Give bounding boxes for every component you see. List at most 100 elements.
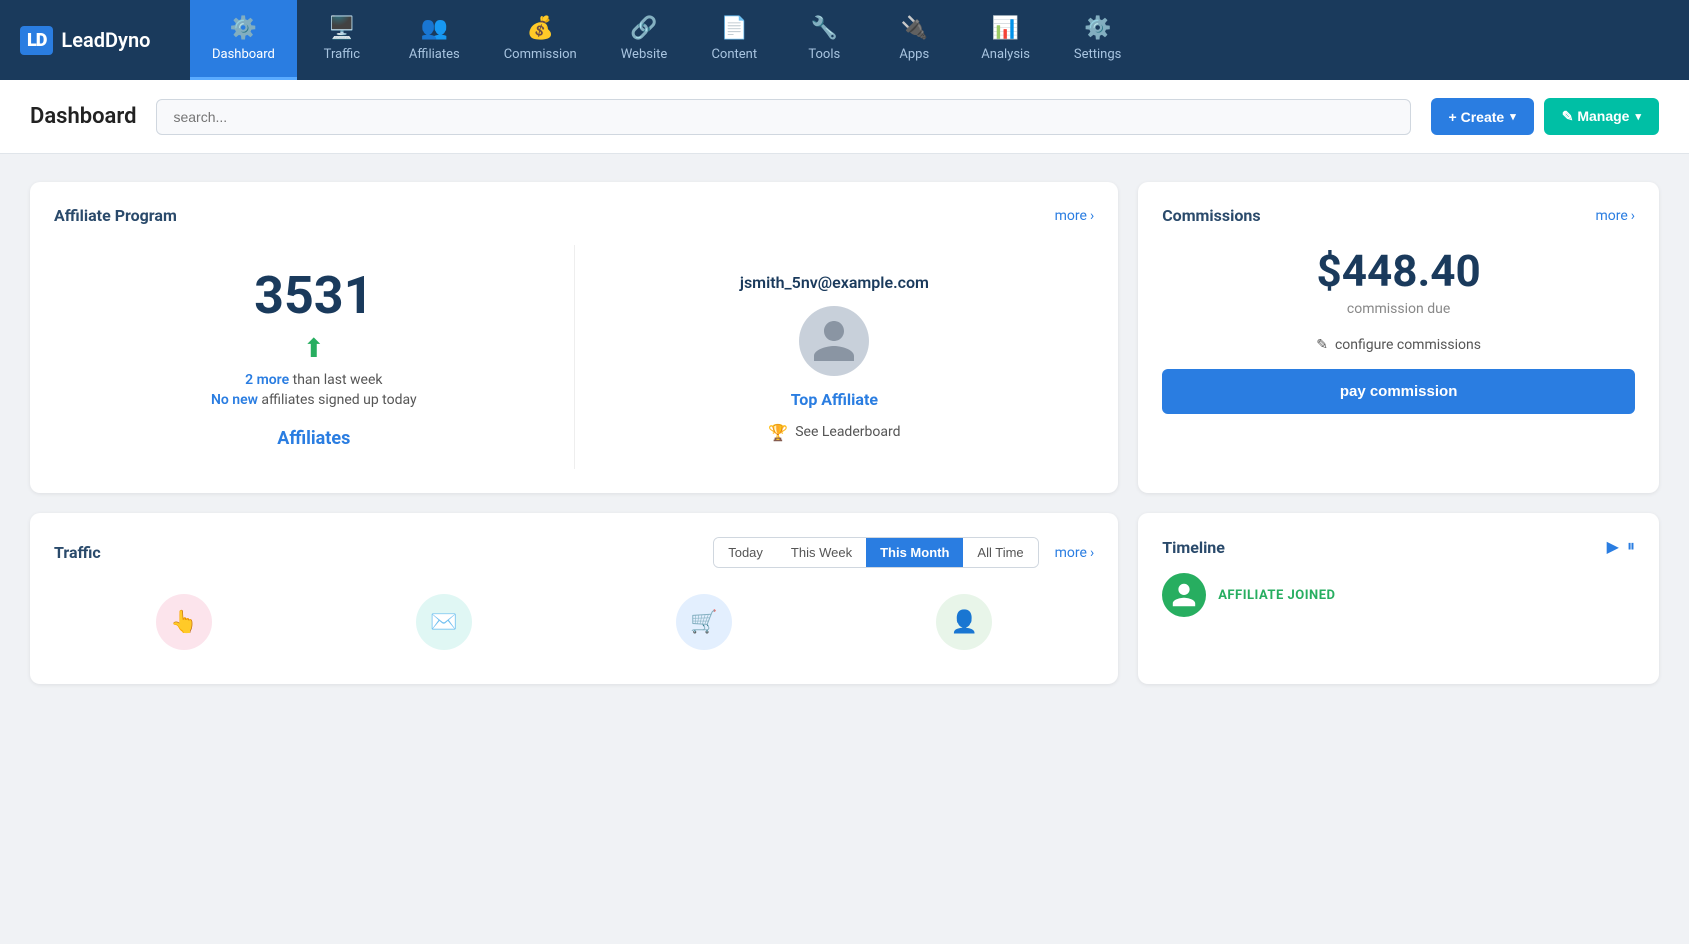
traffic-header: Traffic Today This Week This Month All T… — [54, 537, 1094, 568]
traffic-more-label: more — [1055, 545, 1087, 561]
nav-item-commission[interactable]: 💰 Commission — [482, 0, 599, 80]
website-icon: 🔗 — [630, 16, 657, 41]
tab-this-week[interactable]: This Week — [777, 538, 866, 567]
traffic-icon-cursor: 👆 — [156, 594, 212, 650]
main-content: Affiliate Program more › 3531 ⬆ 2 more t… — [0, 154, 1689, 712]
logo[interactable]: LD LeadDyno — [0, 0, 190, 80]
page-header: Dashboard + Create ▾ ✎ Manage ▾ — [0, 80, 1689, 154]
nav-item-analysis[interactable]: 📊 Analysis — [959, 0, 1052, 80]
commissions-more-chevron-icon: › — [1631, 208, 1635, 224]
content-icon: 📄 — [721, 16, 748, 41]
nav-item-affiliates[interactable]: 👥 Affiliates — [387, 0, 482, 80]
affiliate-right-panel: jsmith_5nv@example.com Top Affiliate 🏆 S… — [575, 245, 1095, 469]
nav-label-dashboard: Dashboard — [212, 47, 275, 62]
traffic-more-link[interactable]: more › — [1055, 545, 1095, 561]
traffic-icon: 🖥️ — [328, 16, 355, 41]
cart-icon-circle: 🛒 — [676, 594, 732, 650]
affiliate-more-link[interactable]: more › — [1055, 208, 1095, 224]
header-buttons: + Create ▾ ✎ Manage ▾ — [1431, 98, 1659, 135]
traffic-icon-cart: 🛒 — [676, 594, 732, 650]
nav-label-analysis: Analysis — [981, 47, 1030, 62]
traffic-icons-row: 👆 ✉️ 🛒 👤 — [54, 584, 1094, 660]
commissions-more-link[interactable]: more › — [1595, 208, 1635, 224]
tools-icon: 🔧 — [811, 16, 838, 41]
manage-chevron-icon: ▾ — [1635, 110, 1641, 123]
nav-item-tools[interactable]: 🔧 Tools — [779, 0, 869, 80]
nav-item-content[interactable]: 📄 Content — [689, 0, 779, 80]
cursor-icon: 👆 — [170, 610, 197, 635]
timeline-event-label: AFFILIATE JOINED — [1218, 588, 1335, 603]
configure-icon: ✎ — [1316, 337, 1328, 353]
affiliate-card-title: Affiliate Program — [54, 206, 177, 225]
see-leaderboard-link[interactable]: 🏆 See Leaderboard — [768, 423, 900, 442]
commission-due-label: commission due — [1162, 301, 1635, 317]
nav-label-content: Content — [711, 47, 757, 62]
nav-label-traffic: Traffic — [324, 47, 360, 62]
traffic-title: Traffic — [54, 543, 101, 562]
pay-commission-button[interactable]: pay commission — [1162, 369, 1635, 414]
tab-this-month[interactable]: This Month — [866, 538, 963, 567]
affiliate-left-panel: 3531 ⬆ 2 more than last week No new affi… — [54, 245, 575, 469]
apps-icon: 🔌 — [901, 16, 928, 41]
cursor-icon-circle: 👆 — [156, 594, 212, 650]
nav-item-dashboard[interactable]: ⚙️ Dashboard — [190, 0, 297, 80]
affiliate-program-card: Affiliate Program more › 3531 ⬆ 2 more t… — [30, 182, 1118, 493]
commission-amount: $448.40 — [1162, 245, 1635, 297]
traffic-icon-person: 👤 — [936, 594, 992, 650]
dashboard-icon: ⚙️ — [230, 16, 257, 41]
timeline-controls: ▶ ⏸ — [1607, 537, 1635, 557]
affiliates-link[interactable]: Affiliates — [277, 428, 350, 449]
create-label: + Create — [1449, 109, 1505, 125]
nav-label-website: Website — [621, 47, 668, 62]
nav-item-traffic[interactable]: 🖥️ Traffic — [297, 0, 387, 80]
top-cards-row: Affiliate Program more › 3531 ⬆ 2 more t… — [30, 182, 1659, 493]
person-icon: 👤 — [950, 610, 977, 635]
affiliate-more-text: 2 more than last week — [245, 372, 382, 388]
manage-label: ✎ Manage — [1562, 108, 1630, 125]
search-input[interactable] — [156, 99, 1410, 135]
affiliates-icon: 👥 — [421, 16, 448, 41]
up-arrow-icon: ⬆ — [303, 334, 325, 364]
timeline-card: Timeline ▶ ⏸ AFFILIATE JOINED — [1138, 513, 1659, 684]
timeline-pause-button[interactable]: ⏸ — [1627, 537, 1635, 557]
affiliate-more-chevron-icon: › — [1090, 208, 1094, 224]
tab-today[interactable]: Today — [714, 538, 777, 567]
nav-item-settings[interactable]: ⚙️ Settings — [1052, 0, 1143, 80]
top-affiliate-avatar — [799, 306, 869, 376]
person-icon-circle: 👤 — [936, 594, 992, 650]
create-button[interactable]: + Create ▾ — [1431, 98, 1534, 135]
configure-commissions-text: configure commissions — [1335, 337, 1481, 353]
traffic-tabs: Today This Week This Month All Time — [713, 537, 1038, 568]
timeline-play-button[interactable]: ▶ — [1607, 537, 1619, 557]
nav-item-website[interactable]: 🔗 Website — [599, 0, 690, 80]
timeline-event: AFFILIATE JOINED — [1162, 573, 1635, 617]
affiliate-count: 3531 — [254, 265, 373, 326]
no-new-prefix: No new — [211, 392, 258, 408]
cart-icon: 🛒 — [690, 610, 717, 635]
top-affiliate-label: Top Affiliate — [791, 390, 878, 409]
nav-label-affiliates: Affiliates — [409, 47, 460, 62]
configure-commissions-link[interactable]: ✎ configure commissions — [1162, 337, 1635, 353]
commissions-card-header: Commissions more › — [1162, 206, 1635, 225]
timeline-event-info: AFFILIATE JOINED — [1218, 588, 1335, 603]
affiliate-no-new-text: No new affiliates signed up today — [211, 392, 417, 408]
settings-icon: ⚙️ — [1084, 16, 1111, 41]
affiliate-inner: 3531 ⬆ 2 more than last week No new affi… — [54, 245, 1094, 469]
manage-button[interactable]: ✎ Manage ▾ — [1544, 98, 1659, 135]
email-icon: ✉️ — [430, 610, 457, 635]
see-leaderboard-text: See Leaderboard — [795, 424, 900, 440]
affiliate-card-header: Affiliate Program more › — [54, 206, 1094, 225]
create-chevron-icon: ▾ — [1510, 110, 1516, 123]
nav-label-settings: Settings — [1074, 47, 1121, 62]
nav-item-apps[interactable]: 🔌 Apps — [869, 0, 959, 80]
tab-all-time[interactable]: All Time — [963, 538, 1037, 567]
top-affiliate-email: jsmith_5nv@example.com — [740, 273, 929, 292]
commission-icon: 💰 — [527, 16, 554, 41]
trophy-icon: 🏆 — [768, 423, 788, 442]
traffic-icon-email: ✉️ — [416, 594, 472, 650]
no-new-suffix-text: affiliates signed up today — [261, 392, 416, 408]
bottom-cards-row: Traffic Today This Week This Month All T… — [30, 513, 1659, 684]
nav-items-container: ⚙️ Dashboard 🖥️ Traffic 👥 Affiliates 💰 C… — [190, 0, 1689, 80]
nav-label-commission: Commission — [504, 47, 577, 62]
main-nav: LD LeadDyno ⚙️ Dashboard 🖥️ Traffic 👥 Af… — [0, 0, 1689, 80]
